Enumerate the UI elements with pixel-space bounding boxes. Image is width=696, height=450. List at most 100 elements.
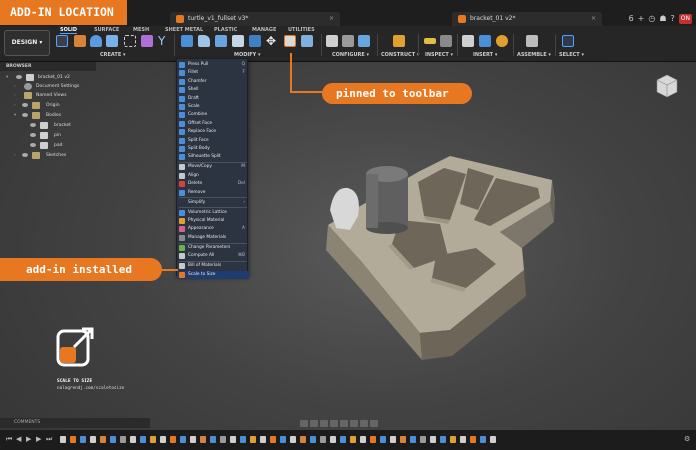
menu-item-simplify[interactable]: Simplify › [177,199,249,207]
extrude-icon[interactable] [74,35,86,47]
timeline-feature[interactable] [200,436,206,443]
menu-item-change-parameters[interactable]: Change Parameters [177,244,249,252]
split-body-icon[interactable] [301,35,313,47]
mirror-icon[interactable] [141,35,153,47]
timeline-prev-icon[interactable]: ◀ [16,435,21,443]
timeline-feature[interactable] [350,436,356,443]
menu-item-scale[interactable]: Scale [177,103,249,111]
timeline-feature[interactable] [160,436,166,443]
timeline-feature[interactable] [380,436,386,443]
new-component-icon[interactable] [526,35,538,47]
timeline-feature[interactable] [240,436,246,443]
close-icon[interactable]: × [329,12,334,26]
document-tab-bracket[interactable]: bracket_01 v2* × [452,12,602,26]
timeline-feature[interactable] [330,436,336,443]
timeline-feature[interactable] [400,436,406,443]
tab-sheet-metal[interactable]: SHEET METAL [165,27,203,33]
add-tab-icon[interactable]: + [638,14,645,24]
menu-item-appearance[interactable]: Appearance A [177,225,249,233]
timeline-first-icon[interactable]: ⏮ [6,435,12,444]
view-cube[interactable] [653,72,681,100]
timeline-feature[interactable] [250,436,256,443]
timeline-feature[interactable] [420,436,426,443]
fit-icon[interactable] [340,419,348,427]
configure-icon[interactable] [326,35,338,47]
timeline-feature[interactable] [450,436,456,443]
menu-item-manage-materials[interactable]: Manage Materials [177,234,249,242]
timeline-feature[interactable] [170,436,176,443]
menu-item-draft[interactable]: Draft [177,95,249,103]
insert-derive-icon[interactable] [462,35,474,47]
menu-item-align[interactable]: Align [177,172,249,180]
visibility-icon[interactable] [22,113,28,117]
insert-mcmaster-icon[interactable] [496,35,508,47]
timeline-feature[interactable] [70,436,76,443]
create-group-label[interactable]: CREATE ▾ [100,52,126,58]
visibility-icon[interactable] [30,143,36,147]
menu-item-offset-face[interactable]: Offset Face [177,120,249,128]
menu-item-delete[interactable]: Delete Del [177,180,249,188]
select-group-label[interactable]: SELECT ▾ [559,52,584,58]
display-settings-icon[interactable] [350,419,358,427]
timeline-feature[interactable] [480,436,486,443]
timeline-feature[interactable] [310,436,316,443]
timeline-last-icon[interactable]: ⏭ [46,435,52,444]
menu-item-shell[interactable]: Shell [177,86,249,94]
menu-item-scale-to-size[interactable]: Scale to Size [177,270,249,279]
menu-item-split-body[interactable]: Split Body [177,145,249,153]
help-icon[interactable]: ? [671,14,675,24]
theme-icon[interactable] [358,35,370,47]
select-icon[interactable] [562,35,574,47]
pan-icon[interactable] [320,419,328,427]
timeline-feature[interactable] [280,436,286,443]
offset-plane-icon[interactable] [393,35,405,47]
visibility-icon[interactable] [30,133,36,137]
timeline-feature[interactable] [270,436,276,443]
timeline-feature[interactable] [120,436,126,443]
browser-root[interactable]: ▾ bracket_01 v2 [6,73,96,82]
timeline-feature[interactable] [80,436,86,443]
move-icon[interactable]: ✥ [266,35,278,47]
tab-mesh[interactable]: MESH [133,27,149,33]
visibility-icon[interactable] [30,123,36,127]
tab-utilities[interactable]: UTILITIES [288,27,315,33]
press-pull-icon[interactable] [181,35,193,47]
extensions-icon[interactable]: ◷ [648,14,655,24]
menu-item-volumetric-lattice[interactable]: Volumetric Lattice [177,209,249,217]
timeline-feature[interactable] [430,436,436,443]
timeline-feature[interactable] [320,436,326,443]
timeline-feature[interactable] [150,436,156,443]
visibility-icon[interactable] [16,75,22,79]
menu-item-physical-material[interactable]: Physical Material [177,217,249,225]
look-at-icon[interactable] [310,419,318,427]
viewports-icon[interactable] [370,419,378,427]
assemble-group-label[interactable]: ASSEMBLE ▾ [517,52,551,58]
branch-icon[interactable]: Y [158,35,170,47]
notifications-icon[interactable]: ☗ [659,14,666,24]
timeline-feature[interactable] [300,436,306,443]
timeline-feature[interactable] [210,436,216,443]
timeline-feature[interactable] [260,436,266,443]
tab-manage[interactable]: MANAGE [252,27,276,33]
timeline-feature[interactable] [470,436,476,443]
timeline-feature[interactable] [220,436,226,443]
timeline-feature[interactable] [190,436,196,443]
bracket-model[interactable] [300,120,590,380]
construct-group-label[interactable]: CONSTRUCT ▾ [381,52,419,58]
timeline-feature[interactable] [90,436,96,443]
measure-icon[interactable] [424,38,436,44]
hole-icon[interactable] [106,35,118,47]
grid-icon[interactable] [360,419,368,427]
scale-to-size-toolbar-icon[interactable] [284,35,296,47]
shell-icon[interactable] [232,35,244,47]
timeline-feature[interactable] [230,436,236,443]
create-sketch-icon[interactable] [56,35,68,47]
revolve-icon[interactable] [90,35,102,47]
insert-group-label[interactable]: INSERT ▾ [473,52,497,58]
menu-item-remove[interactable]: Remove [177,189,249,197]
visibility-icon[interactable] [22,103,28,107]
timeline-feature[interactable] [340,436,346,443]
timeline-next-icon[interactable]: ▶ [36,435,41,443]
workspace-switcher[interactable]: DESIGN ▾ [4,30,50,56]
menu-item-move-copy[interactable]: Move/Copy M [177,163,249,171]
